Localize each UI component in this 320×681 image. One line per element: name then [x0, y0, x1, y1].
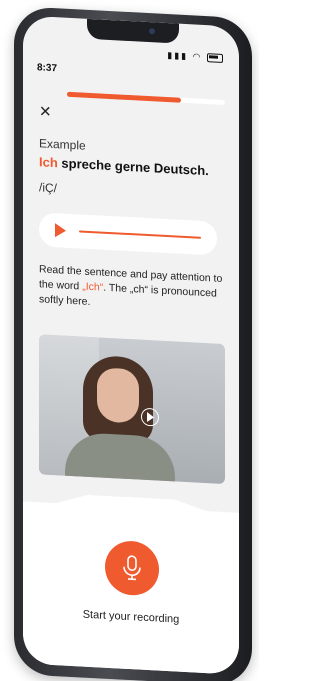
tutor-video[interactable]: [39, 334, 225, 485]
signal-icon: ▮▮▮: [167, 50, 189, 62]
instruction-highlight: „Ich“: [82, 280, 104, 294]
lesson-progress-fill: [67, 91, 181, 103]
audio-player[interactable]: [39, 212, 217, 256]
close-button[interactable]: ✕: [39, 102, 52, 121]
example-sentence: Ich spreche gerne Deutsch.: [39, 154, 209, 178]
status-time: 8:37: [37, 62, 58, 75]
battery-icon: [207, 53, 223, 64]
video-play-icon[interactable]: [141, 407, 159, 427]
record-button[interactable]: [105, 539, 159, 597]
lesson-progress-bar: [67, 91, 225, 106]
sentence-highlight-word: Ich: [39, 154, 58, 171]
status-icons: ▮▮▮ ◠: [167, 50, 223, 64]
app-screen: 8:37 ▮▮▮ ◠ ✕ Example Ich spreche gerne D…: [23, 15, 239, 675]
phone-notch: [87, 18, 179, 44]
audio-scrubber[interactable]: [79, 230, 201, 239]
instruction-text: Read the sentence and pay attention to t…: [39, 262, 225, 317]
section-label: Example: [39, 136, 86, 153]
tutor-face: [97, 367, 139, 424]
phonetic-transcription: /iÇ/: [39, 180, 57, 196]
stage: 8:37 ▮▮▮ ◠ ✕ Example Ich spreche gerne D…: [0, 0, 259, 681]
camera-icon: [149, 28, 155, 35]
phone-frame: 8:37 ▮▮▮ ◠ ✕ Example Ich spreche gerne D…: [14, 6, 252, 681]
microphone-icon: [123, 555, 141, 581]
tutor-body: [65, 431, 175, 485]
wifi-icon: ◠: [192, 51, 203, 62]
close-icon: ✕: [39, 103, 52, 121]
play-icon[interactable]: [55, 223, 66, 238]
sentence-rest: spreche gerne Deutsch.: [57, 155, 209, 179]
